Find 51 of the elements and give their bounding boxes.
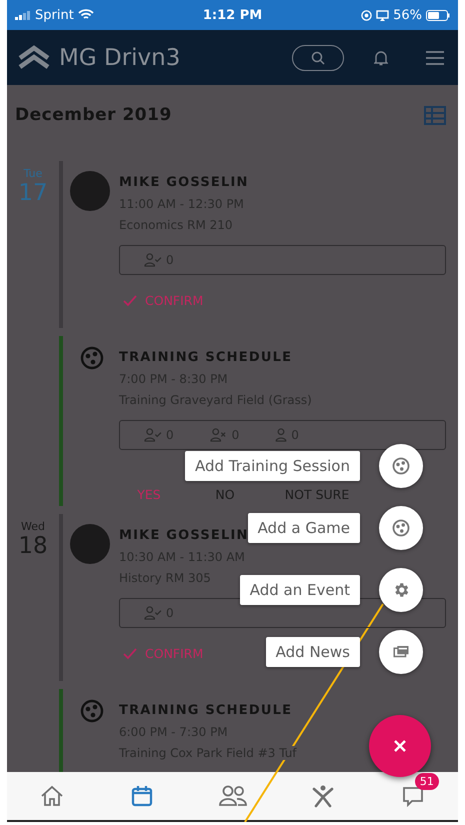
- home-tab[interactable]: [40, 784, 64, 808]
- logo-icon: [17, 44, 51, 70]
- battery-percent: 56%: [393, 8, 422, 22]
- fab-menu-label[interactable]: Add a Game: [248, 513, 360, 543]
- fab-menu-label[interactable]: Add an Event: [240, 575, 360, 605]
- carrier-name: Sprint: [35, 8, 74, 22]
- clock-time: 1:12 PM: [202, 8, 262, 22]
- calendar-tab[interactable]: [130, 784, 154, 808]
- screen-mirror-icon: [376, 10, 390, 20]
- bell-icon[interactable]: [374, 50, 388, 66]
- attendee-icon: [144, 428, 162, 442]
- fab-menu-label[interactable]: Add News: [266, 637, 360, 667]
- ball-icon: [80, 699, 104, 723]
- confirm-button[interactable]: CONFIRM: [119, 642, 208, 665]
- day-number: 17: [18, 180, 48, 206]
- fab-action-button[interactable]: [379, 630, 423, 674]
- battery-icon: [426, 10, 450, 20]
- fab-action-button[interactable]: [379, 568, 423, 612]
- ball-icon: [80, 346, 104, 370]
- signal-icon: [15, 10, 31, 20]
- confirm-button[interactable]: CONFIRM: [119, 289, 208, 312]
- weekday-label: Wed: [21, 520, 45, 533]
- unread-badge: 51: [414, 773, 439, 790]
- search-button[interactable]: [292, 44, 344, 70]
- avatar-photo: [70, 524, 110, 564]
- avatar-photo: [70, 171, 110, 211]
- check-icon: [123, 648, 137, 660]
- close-button[interactable]: [369, 715, 431, 777]
- rotation-lock-icon: [361, 10, 372, 20]
- wifi-icon: [78, 9, 94, 21]
- check-icon: [123, 294, 137, 306]
- weekday-label: Tue: [24, 167, 42, 180]
- person-tab[interactable]: [310, 784, 335, 808]
- ball-icon: [392, 457, 410, 475]
- attendee-icon: [144, 606, 162, 620]
- attendee-icon: [144, 253, 162, 267]
- fab-menu-label[interactable]: Add Training Session: [185, 451, 360, 481]
- people-tab[interactable]: [218, 784, 248, 808]
- fab-action-button[interactable]: [379, 444, 423, 488]
- close-icon: [393, 739, 407, 753]
- app-title: MG Drivn3: [59, 44, 182, 70]
- menu-icon[interactable]: [426, 50, 444, 66]
- search-icon: [311, 50, 325, 64]
- rsvp-option[interactable]: YES: [119, 483, 179, 506]
- fab-action-button[interactable]: [379, 506, 423, 550]
- attendee-icon: [210, 428, 228, 442]
- attendee-icon: [275, 428, 288, 442]
- chat-tab[interactable]: [400, 784, 425, 808]
- day-number: 18: [18, 533, 48, 559]
- month-title: December 2019: [15, 105, 172, 125]
- ball-icon: [392, 519, 410, 537]
